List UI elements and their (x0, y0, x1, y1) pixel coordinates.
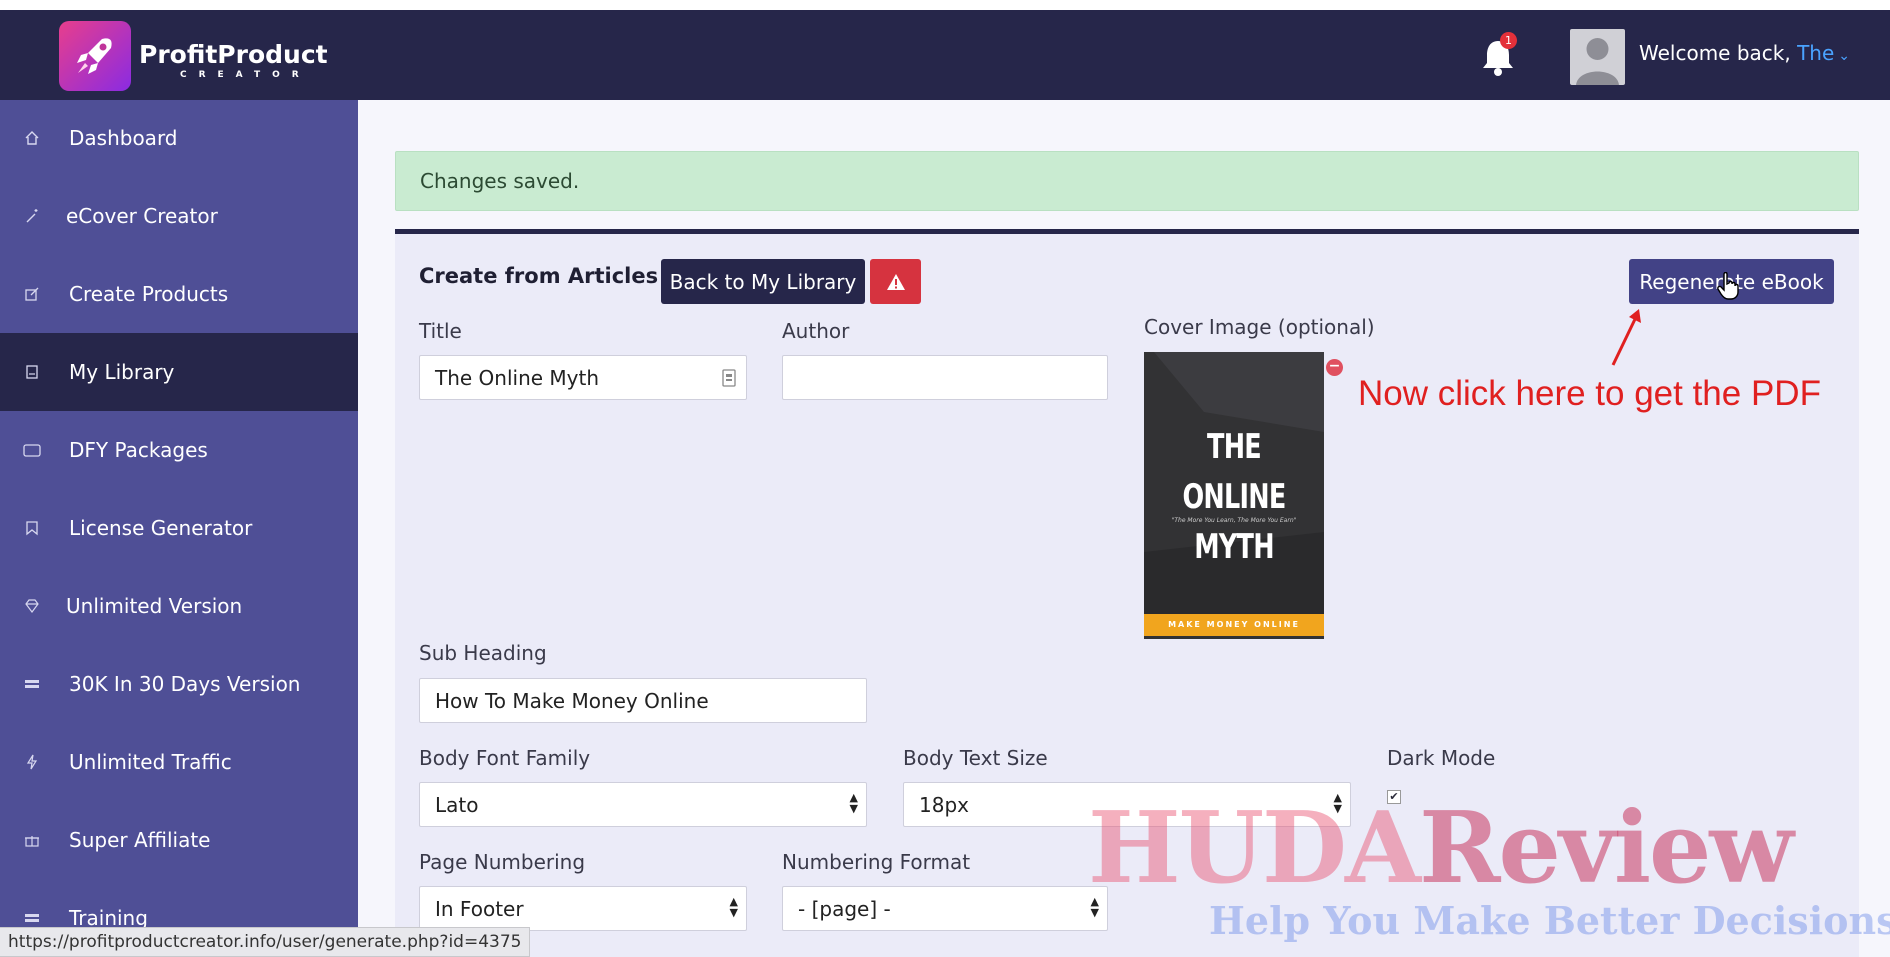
user-menu[interactable]: Welcome back, The ⌄ (1639, 41, 1850, 65)
sidebar-item-label: My Library (69, 360, 175, 384)
delete-button[interactable] (870, 259, 921, 304)
sidebar-item-dfy-packages[interactable]: DFY Packages (0, 411, 358, 489)
author-label: Author (782, 319, 850, 343)
book-icon (22, 362, 42, 382)
title-label: Title (419, 319, 462, 343)
watermark-main-b: Review (1419, 791, 1794, 906)
server-icon (22, 674, 42, 694)
select-arrows-icon: ▲ ▼ (729, 895, 738, 919)
list-icon (22, 908, 42, 928)
sidebar-item-dashboard[interactable]: Dashboard (0, 99, 358, 177)
sidebar-item-license-generator[interactable]: License Generator (0, 489, 358, 567)
annotation-arrow-icon (1611, 309, 1641, 366)
sub-heading-input-value: How To Make Money Online (435, 688, 709, 713)
sidebar-item-unlimited-version[interactable]: Unlimited Version (0, 567, 358, 645)
body-font-family-label: Body Font Family (419, 746, 591, 770)
warning-icon (886, 273, 905, 290)
sidebar-item-label: Create Products (69, 282, 229, 306)
numbering-format-label: Numbering Format (782, 850, 971, 874)
hand-cursor-icon (1717, 272, 1739, 300)
cover-band: MAKE MONEY ONLINE (1144, 614, 1324, 636)
browser-status-bar: https://profitproductcreator.info/user/g… (0, 927, 531, 957)
page-title: Create from Articles (419, 264, 659, 288)
bookmark-icon (22, 518, 42, 538)
watermark-main-a: HUDA (1088, 791, 1421, 906)
rocket-logo-icon[interactable] (59, 21, 131, 91)
notification-badge: 1 (1500, 32, 1517, 49)
sidebar-item-30k-in-30-days[interactable]: 30K In 30 Days Version (0, 645, 358, 723)
author-input[interactable] (782, 355, 1108, 400)
body-text-size-value: 18px (919, 792, 969, 817)
edit-icon (22, 284, 42, 304)
body-font-family-value: Lato (435, 792, 479, 817)
avatar[interactable] (1570, 29, 1625, 85)
sidebar-item-ecover-creator[interactable]: eCover Creator (0, 177, 358, 255)
body-text-size-label: Body Text Size (903, 746, 1048, 770)
bolt-icon (22, 752, 42, 772)
title-input[interactable]: The Online Myth (419, 355, 747, 400)
gift-icon (22, 830, 42, 850)
sidebar-item-super-affiliate[interactable]: Super Affiliate (0, 801, 358, 879)
folder-icon (22, 440, 42, 460)
back-to-library-button[interactable]: Back to My Library (661, 259, 865, 304)
app-logo-title: ProfitProduct (139, 40, 328, 69)
numbering-format-value: - [page] - (798, 896, 891, 921)
sidebar-item-label: 30K In 30 Days Version (69, 672, 301, 696)
select-arrows-icon: ▲ ▼ (849, 791, 858, 815)
watermark-logo: HUDAReview (1088, 800, 1794, 898)
top-header: ProfitProduct CREATOR 1 Welcome back, Th… (0, 10, 1890, 100)
success-alert: Changes saved. (395, 151, 1859, 211)
sidebar-item-label: DFY Packages (69, 438, 208, 462)
sidebar-item-label: eCover Creator (66, 204, 218, 228)
top-strip (0, 0, 1890, 10)
page-numbering-select[interactable]: In Footer ▲ ▼ (419, 886, 747, 931)
watermark-tagline: Help You Make Better Decisions (1209, 898, 1890, 943)
diamond-icon (22, 596, 42, 616)
sidebar-item-create-products[interactable]: Create Products (0, 255, 358, 333)
numbering-format-select[interactable]: - [page] - ▲ ▼ (782, 886, 1108, 931)
sidebar-item-label: Dashboard (69, 126, 178, 150)
annotation-text: Now click here to get the PDF (1358, 374, 1821, 413)
welcome-text: Welcome back, (1639, 41, 1798, 65)
sidebar-item-label: License Generator (69, 516, 253, 540)
sidebar-item-label: Unlimited Traffic (69, 750, 232, 774)
cover-title: THE ONLINE MYTH (1182, 427, 1286, 567)
cover-image-preview[interactable]: THE ONLINE MYTH "The More You Learn, The… (1144, 352, 1324, 639)
cover-tagline: "The More You Learn, The More You Earn" (1171, 517, 1297, 524)
body-font-family-select[interactable]: Lato ▲ ▼ (419, 782, 867, 827)
home-icon (22, 128, 42, 148)
sidebar-item-label: Unlimited Version (66, 594, 243, 618)
title-input-value: The Online Myth (435, 365, 600, 390)
contact-card-icon (722, 368, 736, 392)
app-logo-subtitle: CREATOR (180, 70, 311, 80)
sub-heading-input[interactable]: How To Make Money Online (419, 678, 867, 723)
cover-image-label: Cover Image (optional) (1144, 315, 1375, 339)
sub-heading-label: Sub Heading (419, 641, 547, 665)
user-name: The (1797, 41, 1835, 65)
sidebar-item-label: Super Affiliate (69, 828, 211, 852)
page-numbering-value: In Footer (435, 896, 524, 921)
chevron-down-icon: ⌄ (1838, 48, 1851, 64)
dark-mode-label: Dark Mode (1387, 746, 1496, 770)
remove-cover-icon[interactable]: − (1326, 359, 1343, 376)
sidebar-item-my-library[interactable]: My Library (0, 333, 358, 411)
magic-wand-icon (22, 206, 42, 226)
page-numbering-label: Page Numbering (419, 850, 586, 874)
sidebar-item-unlimited-traffic[interactable]: Unlimited Traffic (0, 723, 358, 801)
